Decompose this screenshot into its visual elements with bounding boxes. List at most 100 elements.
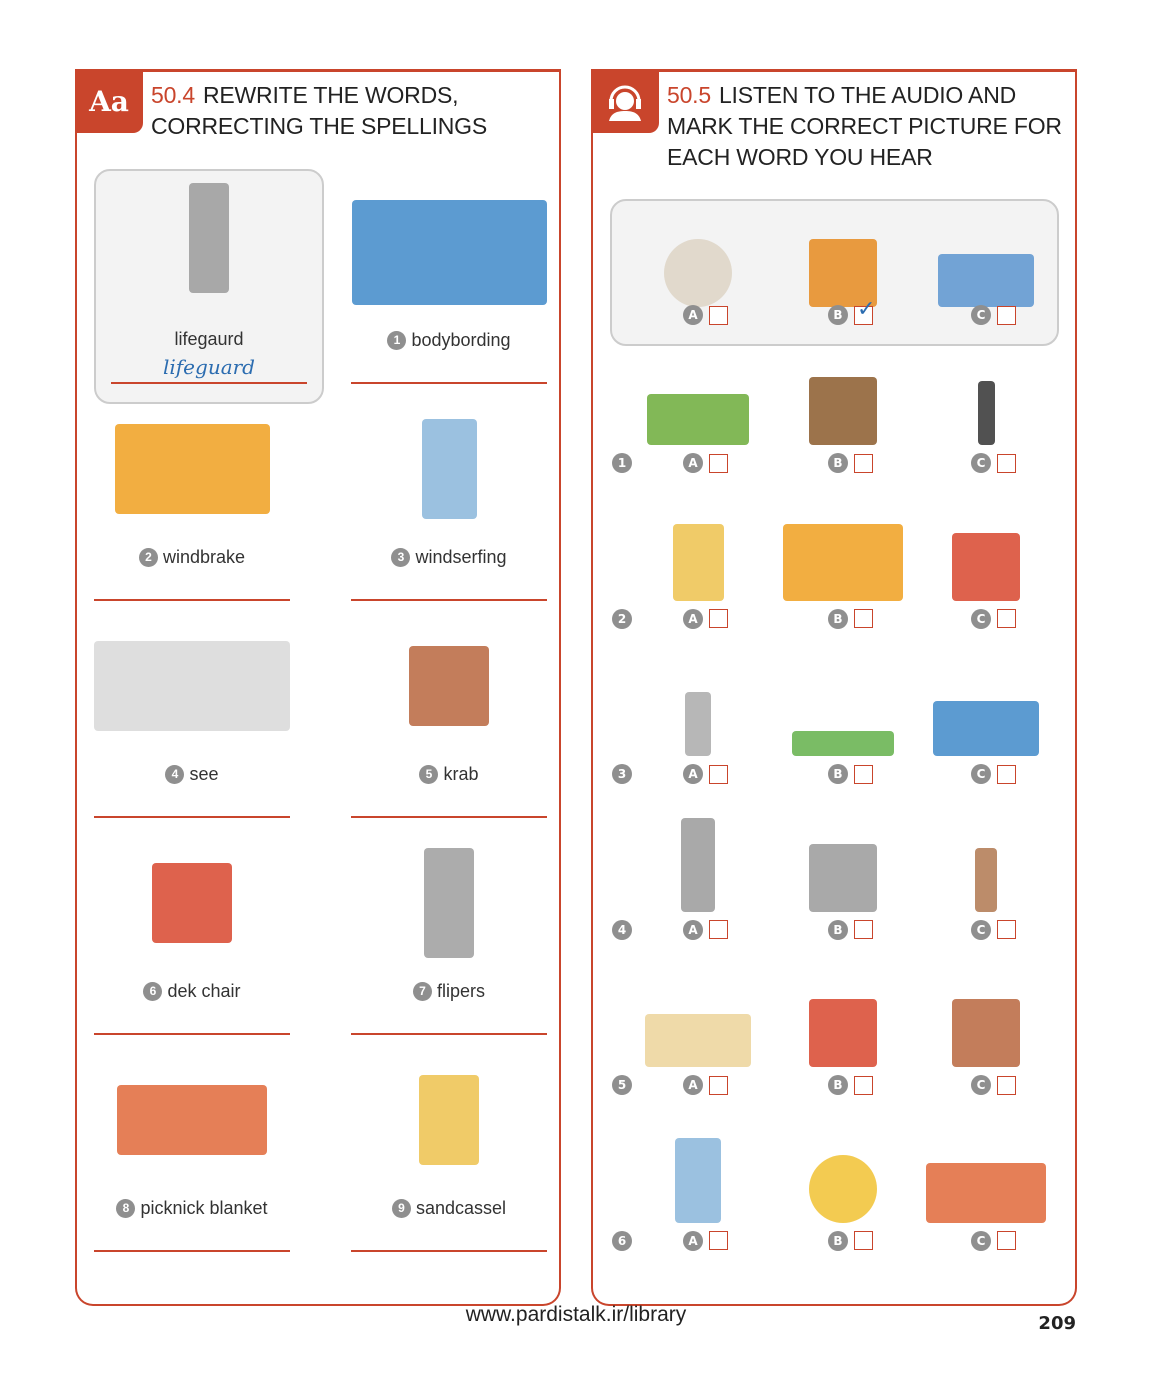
- answer-checkbox[interactable]: [997, 305, 1016, 325]
- answer-option[interactable]: A: [683, 1230, 728, 1251]
- picture-wrap: [638, 501, 758, 601]
- option-letter: A: [683, 305, 703, 325]
- example-image-wrap: [96, 183, 322, 293]
- answer-line[interactable]: [94, 816, 290, 818]
- item-number: 8: [116, 1199, 136, 1218]
- item-number: 7: [412, 982, 432, 1001]
- beach-ball-image: [809, 1154, 877, 1223]
- answer-option[interactable]: C: [971, 1075, 1016, 1095]
- example-answer: lifeguard: [162, 355, 255, 379]
- answer-option[interactable]: B: [828, 608, 873, 629]
- item-word: windserfing: [415, 547, 507, 567]
- item-image-wrap: [351, 1050, 547, 1190]
- item-label: 3 windserfing: [351, 547, 547, 568]
- sunbather-image: [792, 730, 894, 756]
- answer-option[interactable]: C: [971, 453, 1016, 473]
- answer-checkbox[interactable]: [709, 1231, 728, 1250]
- answer-option[interactable]: C: [971, 919, 1016, 940]
- answer-line[interactable]: [94, 599, 290, 601]
- answer-option[interactable]: C: [971, 608, 1016, 629]
- answer-checkbox[interactable]: [854, 1231, 873, 1250]
- answer-checkbox[interactable]: ✓: [854, 297, 875, 325]
- picture-wrap: [783, 656, 903, 756]
- picture-wrap: [926, 812, 1046, 912]
- exercise-number: 50.5: [667, 82, 711, 108]
- answer-option[interactable]: B: [828, 453, 873, 473]
- exercise-item: 1 bodybording: [351, 172, 547, 387]
- answer-checkbox[interactable]: [854, 609, 873, 628]
- answer-line[interactable]: [351, 816, 547, 818]
- item-word: flipers: [436, 981, 485, 1001]
- exercise-item: 3 windserfing: [351, 389, 547, 604]
- option-image: [638, 501, 758, 601]
- answer-checkbox[interactable]: [997, 453, 1016, 473]
- answer-checkbox[interactable]: [997, 920, 1016, 939]
- answer-line[interactable]: [351, 382, 547, 384]
- wave-image: [938, 254, 1034, 307]
- answer-checkbox[interactable]: [997, 764, 1016, 784]
- answer-option[interactable]: B: [828, 1075, 873, 1095]
- answer-option[interactable]: A: [683, 919, 728, 940]
- answer-checkbox[interactable]: [709, 1075, 728, 1095]
- item-number: 2: [138, 548, 158, 567]
- windsurfer-image: [674, 1137, 722, 1223]
- website-url[interactable]: www.pardistalk.ir/library: [0, 1303, 1152, 1327]
- option-letter: B: [828, 1230, 848, 1251]
- answer-option[interactable]: B: [828, 1230, 873, 1251]
- answer-checkbox[interactable]: [709, 920, 728, 939]
- answer-option[interactable]: B ✓: [828, 297, 875, 325]
- answer-checkbox[interactable]: [997, 1075, 1016, 1095]
- option-letter: C: [971, 1230, 991, 1251]
- answer-option[interactable]: B: [828, 919, 873, 940]
- answer-checkbox[interactable]: [854, 453, 873, 473]
- answer-checkbox[interactable]: [709, 764, 728, 784]
- surfer-image: [932, 700, 1040, 756]
- option-image: [783, 207, 903, 307]
- picture-wrap: [638, 656, 758, 756]
- item-number: 1: [387, 331, 407, 350]
- answer-option[interactable]: A: [683, 608, 728, 629]
- example-word[interactable]: lifegaurd: [96, 329, 322, 350]
- answer-line[interactable]: [94, 1250, 290, 1252]
- option-image: [783, 1123, 903, 1223]
- exercise-item: 5 krab: [351, 606, 547, 821]
- answer-checkbox[interactable]: [709, 453, 728, 473]
- exercise-50-5-panel: 50.5 LISTEN TO THE AUDIO AND MARK THE COR…: [591, 69, 1077, 1306]
- windsurfer-image: [421, 419, 477, 519]
- option-image: [638, 967, 758, 1067]
- row-number: 4: [612, 919, 632, 940]
- row-number: 3: [612, 764, 632, 784]
- row-number: 5: [612, 1075, 632, 1095]
- answer-line[interactable]: [351, 1033, 547, 1035]
- answer-checkbox[interactable]: [709, 609, 728, 628]
- answer-line[interactable]: [94, 1033, 290, 1035]
- picture-wrap: [783, 967, 903, 1067]
- answer-option[interactable]: C: [971, 764, 1016, 784]
- answer-option[interactable]: C: [971, 1230, 1016, 1251]
- option-letter: B: [828, 608, 848, 629]
- option-image: [926, 207, 1046, 307]
- item-word: dek chair: [167, 981, 241, 1001]
- answer-checkbox[interactable]: [709, 305, 728, 325]
- answer-line[interactable]: [351, 599, 547, 601]
- answer-checkbox[interactable]: [854, 764, 873, 784]
- answer-option[interactable]: B: [828, 764, 873, 784]
- picnic-blanket-image: [117, 1085, 267, 1155]
- answer-checkbox[interactable]: [854, 1075, 873, 1095]
- picture-wrap: [638, 967, 758, 1067]
- answer-checkbox[interactable]: [854, 920, 873, 939]
- option-image: [638, 812, 758, 912]
- option-image: [926, 345, 1046, 445]
- answer-option[interactable]: A: [683, 453, 728, 473]
- answer-option[interactable]: A: [683, 764, 728, 784]
- picture-wrap: [926, 1123, 1046, 1223]
- item-label: 2 windbrake: [94, 547, 290, 568]
- answer-option[interactable]: A: [683, 1075, 728, 1095]
- title-line: EACH WORD YOU HEAR: [667, 144, 933, 170]
- answer-option[interactable]: A: [683, 305, 728, 325]
- answer-option[interactable]: C: [971, 305, 1016, 325]
- answer-checkbox[interactable]: [997, 1231, 1016, 1250]
- answer-line[interactable]: [351, 1250, 547, 1252]
- picture-wrap: [783, 207, 903, 307]
- answer-checkbox[interactable]: [997, 609, 1016, 628]
